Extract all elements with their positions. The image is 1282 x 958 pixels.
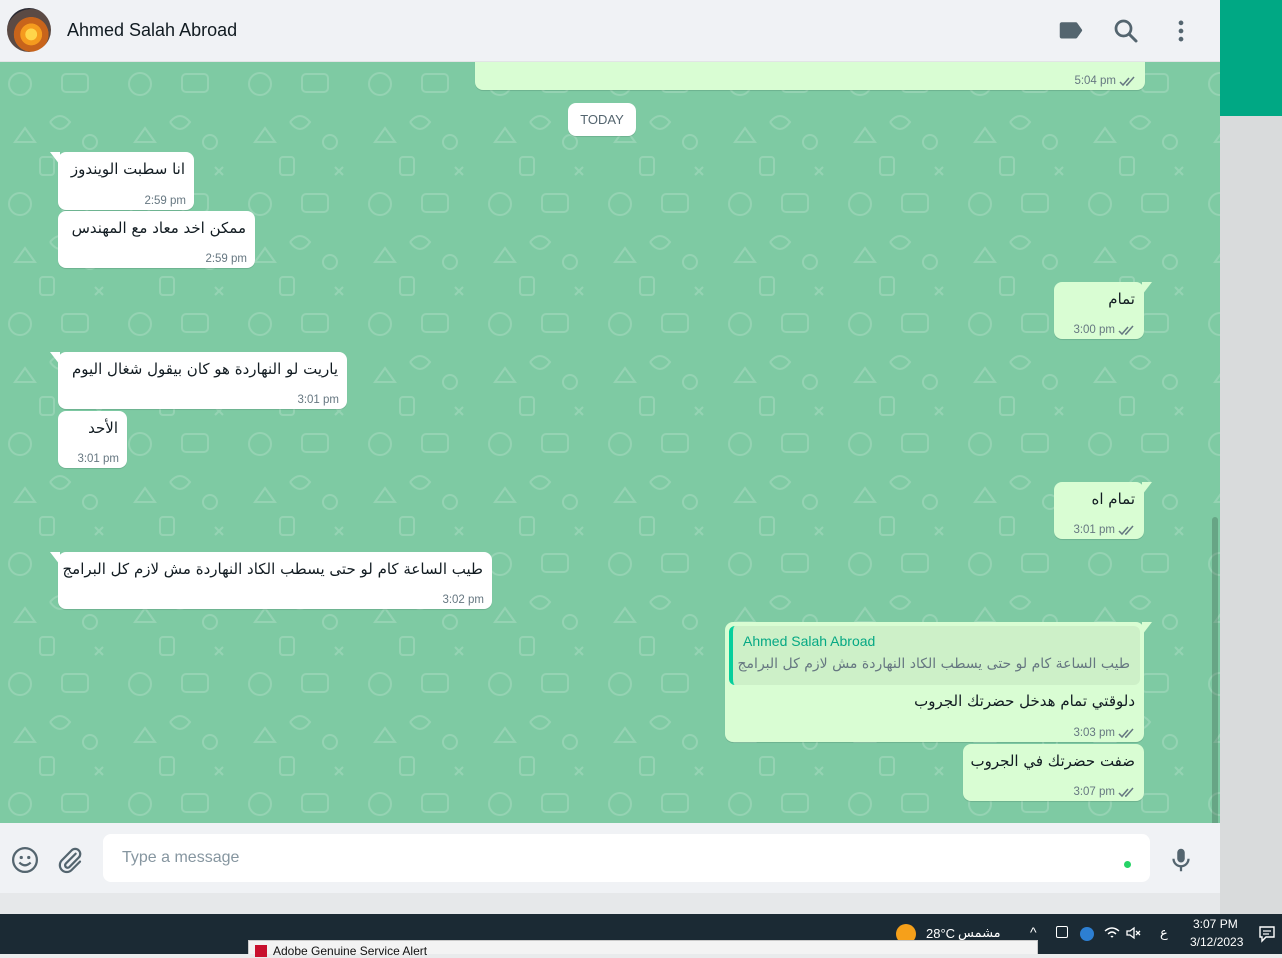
alert-window-title: Adobe Genuine Service Alert — [273, 944, 428, 958]
keyboard-language[interactable]: ع — [1160, 926, 1168, 941]
message-text: طيب الساعة كام لو حتى يسطب الكاد النهارد… — [62, 560, 483, 578]
read-ticks-icon — [1118, 525, 1134, 535]
read-ticks-icon — [1119, 76, 1135, 86]
avatar[interactable] — [7, 8, 51, 52]
quoted-text: طيب الساعة كام لو حتى يسطب الكاد النهارد… — [737, 656, 1130, 672]
notification-icon[interactable] — [1258, 925, 1276, 943]
wifi-icon[interactable] — [1104, 926, 1120, 940]
message-text: ياريت لو النهاردة هو كان بيقول شغال اليو… — [71, 360, 338, 378]
quoted-sender: Ahmed Salah Abroad — [743, 633, 876, 649]
emoji-icon[interactable] — [10, 845, 40, 875]
message-meta: 3:02 pm — [442, 594, 484, 606]
attach-icon[interactable] — [55, 845, 85, 875]
message-text: انا سطبت الويندوز — [70, 160, 185, 178]
message-outgoing[interactable]: 5:04 pm — [475, 62, 1145, 90]
message-meta: 3:01 pm — [77, 453, 119, 465]
message-incoming[interactable]: طيب الساعة كام لو حتى يسطب الكاد النهارد… — [50, 552, 492, 609]
side-accent-bar — [1220, 0, 1282, 116]
message-time: 3:01 pm — [1073, 524, 1115, 536]
message-meta: 3:01 pm — [297, 394, 339, 406]
message-incoming[interactable]: الأحد 3:01 pm — [58, 411, 127, 468]
message-outgoing[interactable]: تمام اه 3:01 pm — [1054, 482, 1152, 539]
message-time: 3:07 pm — [1073, 786, 1115, 798]
message-time: 2:59 pm — [144, 195, 186, 207]
message-time: 3:03 pm — [1073, 727, 1115, 739]
message-text: الأحد — [88, 419, 118, 437]
date-divider: TODAY — [568, 103, 636, 136]
contact-name[interactable]: Ahmed Salah Abroad — [67, 20, 237, 41]
status-dot — [1124, 861, 1131, 868]
message-text: تمام اه — [1091, 490, 1136, 508]
adobe-icon — [255, 945, 267, 957]
chevron-up-icon[interactable]: ^ — [1030, 924, 1037, 940]
message-text: دلوقتي تمام هدخل حضرتك الجروب — [914, 692, 1135, 710]
clock-date[interactable]: 3/12/2023 — [1190, 935, 1243, 949]
message-text: ضفت حضرتك في الجروب — [970, 752, 1135, 770]
message-meta: 2:59 pm — [205, 253, 247, 265]
read-ticks-icon — [1118, 325, 1134, 335]
chat-area[interactable]: 5:04 pm TODAY انا سطبت الويندوز 2:59 pm … — [0, 62, 1220, 823]
weather-label[interactable]: مشمس — [958, 926, 1001, 941]
cloud-icon[interactable] — [1080, 927, 1094, 941]
message-meta: 3:03 pm — [1073, 727, 1136, 739]
message-input-box[interactable] — [103, 834, 1150, 882]
message-outgoing-reply[interactable]: Ahmed Salah Abroad طيب الساعة كام لو حتى… — [725, 622, 1152, 742]
mic-icon[interactable] — [1166, 845, 1196, 875]
message-meta: 3:07 pm — [1073, 786, 1136, 798]
message-time: 3:02 pm — [442, 594, 484, 606]
speaker-muted-icon[interactable] — [1126, 926, 1142, 940]
label-icon[interactable] — [1056, 16, 1086, 46]
message-meta: 3:00 pm — [1073, 324, 1136, 336]
search-icon[interactable] — [1111, 16, 1141, 46]
message-text: تمام — [1108, 290, 1135, 308]
weather-temp[interactable]: 28°C — [926, 926, 955, 941]
window-bottom-strip — [0, 893, 1220, 914]
clock-time[interactable]: 3:07 PM — [1193, 917, 1238, 931]
message-incoming[interactable]: ممكن اخد معاد مع المهندس 2:59 pm — [58, 211, 255, 268]
message-meta: 3:01 pm — [1073, 524, 1136, 536]
message-input[interactable] — [103, 834, 1150, 882]
message-incoming[interactable]: ياريت لو النهاردة هو كان بيقول شغال اليو… — [50, 352, 347, 409]
message-outgoing[interactable]: تمام 3:00 pm — [1054, 282, 1152, 339]
device-icon[interactable] — [1056, 926, 1068, 938]
message-time: 3:00 pm — [1073, 324, 1115, 336]
message-time: 5:04 pm — [1074, 75, 1116, 87]
message-time: 3:01 pm — [297, 394, 339, 406]
message-incoming[interactable]: انا سطبت الويندوز 2:59 pm — [50, 152, 194, 210]
message-meta: 2:59 pm — [144, 195, 186, 207]
side-panel-background — [1220, 116, 1282, 914]
read-ticks-icon — [1118, 787, 1134, 797]
message-composer — [0, 823, 1220, 893]
message-text: ممكن اخد معاد مع المهندس — [71, 219, 246, 237]
quoted-message[interactable]: Ahmed Salah Abroad طيب الساعة كام لو حتى… — [729, 626, 1140, 685]
message-time: 2:59 pm — [205, 253, 247, 265]
message-outgoing[interactable]: ضفت حضرتك في الجروب 3:07 pm — [963, 744, 1144, 801]
chat-scrollbar[interactable] — [1212, 517, 1218, 823]
menu-icon[interactable] — [1166, 16, 1196, 46]
adobe-alert-window[interactable]: Adobe Genuine Service Alert — [248, 940, 1038, 958]
whatsapp-window: Ahmed Salah Abroad 5:04 pm TODAY انا سطب… — [0, 0, 1282, 958]
message-time: 3:01 pm — [77, 453, 119, 465]
chat-header: Ahmed Salah Abroad — [0, 0, 1220, 62]
read-ticks-icon — [1118, 728, 1134, 738]
message-meta: 5:04 pm — [1074, 75, 1137, 87]
